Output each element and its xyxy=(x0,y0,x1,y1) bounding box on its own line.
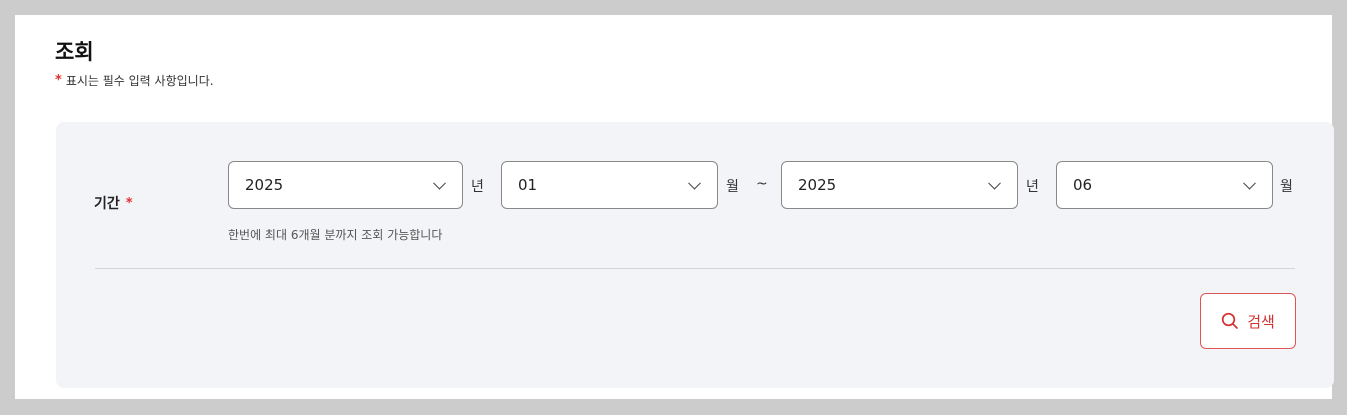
required-mark: * xyxy=(55,73,62,88)
period-label: 기간 * xyxy=(94,193,133,213)
search-icon xyxy=(1221,312,1239,330)
required-note: * 표시는 필수 입력 사항입니다. xyxy=(55,72,214,89)
page-title: 조회 xyxy=(55,40,94,64)
end-month-value: 06 xyxy=(1073,176,1093,194)
required-note-text: 표시는 필수 입력 사항입니다. xyxy=(65,74,214,88)
start-year-unit: 년 xyxy=(471,179,484,195)
start-month-value: 01 xyxy=(518,176,538,194)
chevron-down-icon xyxy=(433,176,446,190)
start-year-value: 2025 xyxy=(245,176,284,194)
divider xyxy=(95,268,1295,269)
end-year-select[interactable]: 2025 xyxy=(781,161,1018,209)
start-year-select[interactable]: 2025 xyxy=(228,161,463,209)
inquiry-panel: 조회 * 표시는 필수 입력 사항입니다. 기간 * 2025 년 01 월 ~… xyxy=(15,15,1334,399)
search-button[interactable]: 검색 xyxy=(1200,293,1296,349)
end-month-unit: 월 xyxy=(1280,179,1293,195)
period-required-mark: * xyxy=(125,195,133,211)
range-separator: ~ xyxy=(756,176,768,192)
start-month-unit: 월 xyxy=(726,179,739,195)
chevron-down-icon xyxy=(988,176,1001,190)
chevron-down-icon xyxy=(688,176,701,190)
search-button-label: 검색 xyxy=(1247,312,1275,331)
start-month-select[interactable]: 01 xyxy=(501,161,718,209)
period-hint: 한번에 최대 6개월 분까지 조회 가능합니다 xyxy=(228,228,443,242)
search-filter-box: 기간 * 2025 년 01 월 ~ 2025 년 06 월 한번에 최대 6개… xyxy=(56,122,1334,388)
end-year-unit: 년 xyxy=(1026,179,1039,195)
end-month-select[interactable]: 06 xyxy=(1056,161,1273,209)
chevron-down-icon xyxy=(1243,176,1256,190)
end-year-value: 2025 xyxy=(798,176,837,194)
period-label-text: 기간 xyxy=(94,196,120,212)
